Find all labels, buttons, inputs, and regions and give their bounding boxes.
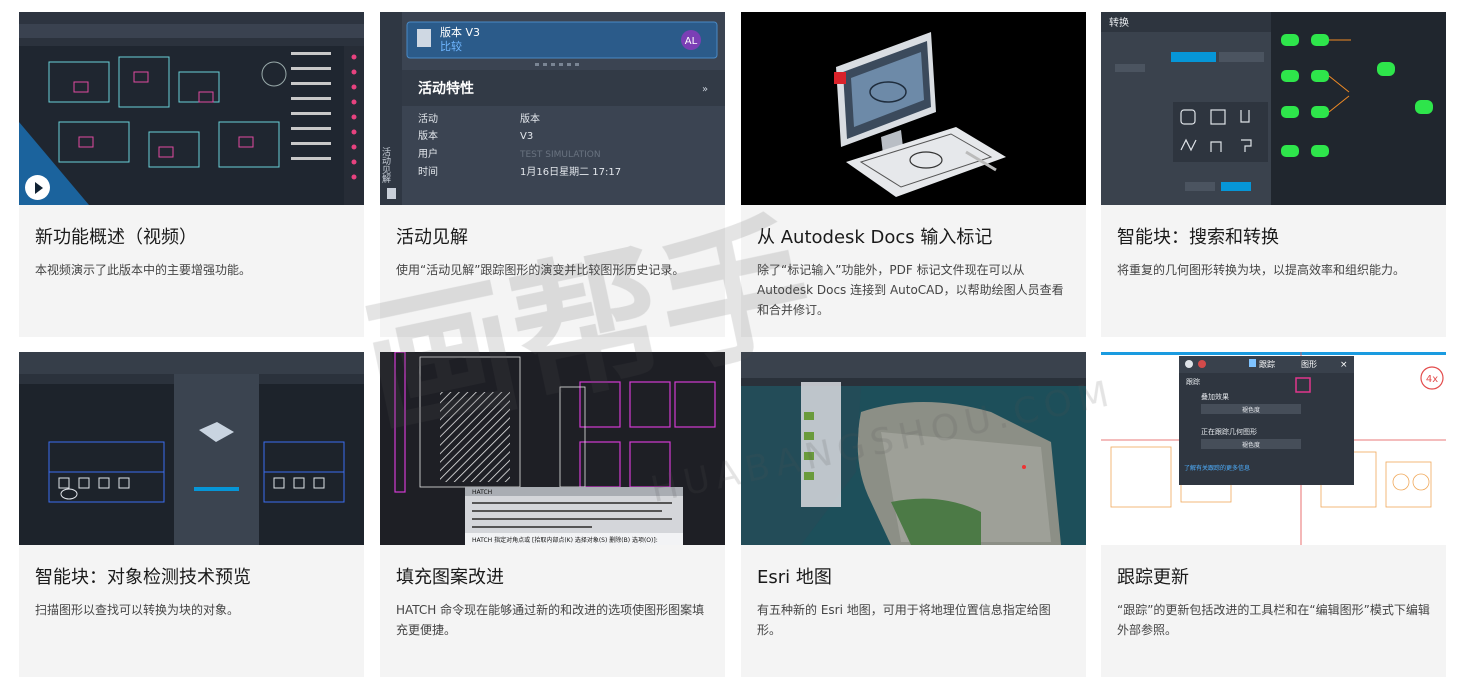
command-line[interactable]: HATCH 指定对角点或 [拾取内部点(K) 选择对象(S) 删除(B) 选项(… bbox=[472, 536, 658, 544]
tab-trace[interactable]: 跟踪 bbox=[1259, 359, 1275, 369]
feature-card-hatch[interactable]: HATCH HATCH 指定对角点或 [拾取内部点(K) 选择对象(S) 删除(… bbox=[380, 352, 725, 677]
card-description: 本视频演示了此版本中的主要增强功能。 bbox=[35, 263, 252, 277]
play-icon[interactable] bbox=[25, 175, 50, 200]
feature-card-activity-insights[interactable]: AL 版本 V3 比较 活动特性 » 活动 版本 版本 V3 用户 TEST S… bbox=[380, 12, 725, 337]
feature-card-esri-maps[interactable]: Esri 地图 有五种新的 Esri 地图，可用于将地理位置信息指定给图形。 bbox=[741, 352, 1086, 677]
feature-card-smart-blocks-search[interactable]: 转换 智能块：搜索和转换 将重复的几何图形转换为块，以提高效率和组织能力。 bbox=[1101, 12, 1446, 337]
card-thumbnail bbox=[19, 12, 364, 205]
fade-slider[interactable]: 褪色度 bbox=[1242, 406, 1260, 414]
gear-icon[interactable] bbox=[1185, 360, 1193, 368]
card-title: Esri 地图 bbox=[757, 567, 832, 588]
card-thumbnail bbox=[741, 352, 1086, 545]
row-value: 1月16日星期二 17:17 bbox=[520, 166, 621, 178]
section-label: 跟踪 bbox=[1186, 377, 1200, 386]
card-description: 使用“活动见解”跟踪图形的演变并比较图形历史记录。 bbox=[396, 263, 685, 277]
card-thumbnail: 转换 bbox=[1101, 12, 1446, 205]
card-description: 扫描图形以查找可以转换为块的对象。 bbox=[35, 603, 240, 617]
card-thumbnail: 4x 跟踪 图形 × 跟踪 叠加效果 褪色度 正在跟踪几何图形 褪色度 了解有关… bbox=[1101, 352, 1446, 545]
chevron-double-down-icon[interactable]: » bbox=[702, 84, 708, 95]
card-description: 有五种新的 Esri 地图，可用于将地理位置信息指定给图形。 bbox=[757, 603, 1051, 637]
card-title: 智能块：搜索和转换 bbox=[1117, 227, 1279, 248]
version-label: 版本 V3 bbox=[440, 25, 480, 39]
card-title: 智能块：对象检测技术预览 bbox=[35, 567, 251, 588]
card-thumbnail: AL 版本 V3 比较 活动特性 » 活动 版本 版本 V3 用户 TEST S… bbox=[380, 12, 725, 205]
feature-card-overview-video[interactable]: 新功能概述（视频） 本视频演示了此版本中的主要增强功能。 bbox=[19, 12, 364, 337]
clipboard-icon[interactable] bbox=[387, 188, 396, 199]
card-title: 从 Autodesk Docs 输入标记 bbox=[757, 227, 993, 248]
card-thumbnail bbox=[741, 12, 1086, 205]
panel-title: 转换 bbox=[1109, 16, 1129, 29]
feature-card-object-detection[interactable]: 智能块：对象检测技术预览 扫描图形以查找可以转换为块的对象。 bbox=[19, 352, 364, 677]
compare-link[interactable]: 比较 bbox=[440, 39, 462, 53]
section-title: 活动特性 bbox=[418, 80, 474, 97]
card-description: 除了“标记输入”功能外，PDF 标记文件现在可以从 Autodesk Docs … bbox=[757, 263, 1064, 317]
card-thumbnail: HATCH HATCH 指定对角点或 [拾取内部点(K) 选择对象(S) 删除(… bbox=[380, 352, 725, 545]
row-value: V3 bbox=[520, 131, 533, 142]
tab-figure[interactable]: 图形 bbox=[1301, 360, 1317, 369]
feature-card-trace-updates[interactable]: 4x 跟踪 图形 × 跟踪 叠加效果 褪色度 正在跟踪几何图形 褪色度 了解有关… bbox=[1101, 352, 1446, 677]
avatar: AL bbox=[685, 36, 698, 47]
card-title: 活动见解 bbox=[396, 227, 468, 248]
learn-more-link[interactable]: 了解有关跟踪的更多信息 bbox=[1184, 464, 1250, 472]
card-description: HATCH 命令现在能够通过新的和改进的选项使图形图案填充更便捷。 bbox=[396, 603, 705, 637]
row-value-blurred: TEST SIMULATION bbox=[519, 150, 601, 160]
close-icon[interactable]: × bbox=[1340, 360, 1348, 370]
row-key: 活动 bbox=[418, 113, 438, 125]
card-title: 填充图案改进 bbox=[396, 567, 504, 588]
side-tab[interactable]: 活动见解 bbox=[380, 146, 391, 184]
overlay-label: 叠加效果 bbox=[1201, 392, 1229, 401]
card-title: 新功能概述（视频） bbox=[35, 227, 197, 248]
card-thumbnail bbox=[19, 352, 364, 545]
geometry-fade-slider[interactable]: 褪色度 bbox=[1242, 441, 1260, 449]
feature-card-docs-markup[interactable]: 从 Autodesk Docs 输入标记 除了“标记输入”功能外，PDF 标记文… bbox=[741, 12, 1086, 337]
card-description: 将重复的几何图形转换为块，以提高效率和组织能力。 bbox=[1117, 263, 1406, 277]
card-description: “跟踪”的更新包括改进的工具栏和在“编辑图形”模式下编辑外部参照。 bbox=[1117, 603, 1430, 637]
geometry-label: 正在跟踪几何图形 bbox=[1201, 427, 1257, 436]
row-key: 用户 bbox=[418, 147, 438, 160]
row-value: 版本 bbox=[520, 112, 540, 125]
card-title: 跟踪更新 bbox=[1117, 567, 1189, 588]
command-name: HATCH bbox=[472, 489, 492, 496]
row-key: 时间 bbox=[418, 165, 438, 178]
zoom-badge: 4x bbox=[1426, 374, 1438, 385]
row-key: 版本 bbox=[418, 129, 438, 142]
